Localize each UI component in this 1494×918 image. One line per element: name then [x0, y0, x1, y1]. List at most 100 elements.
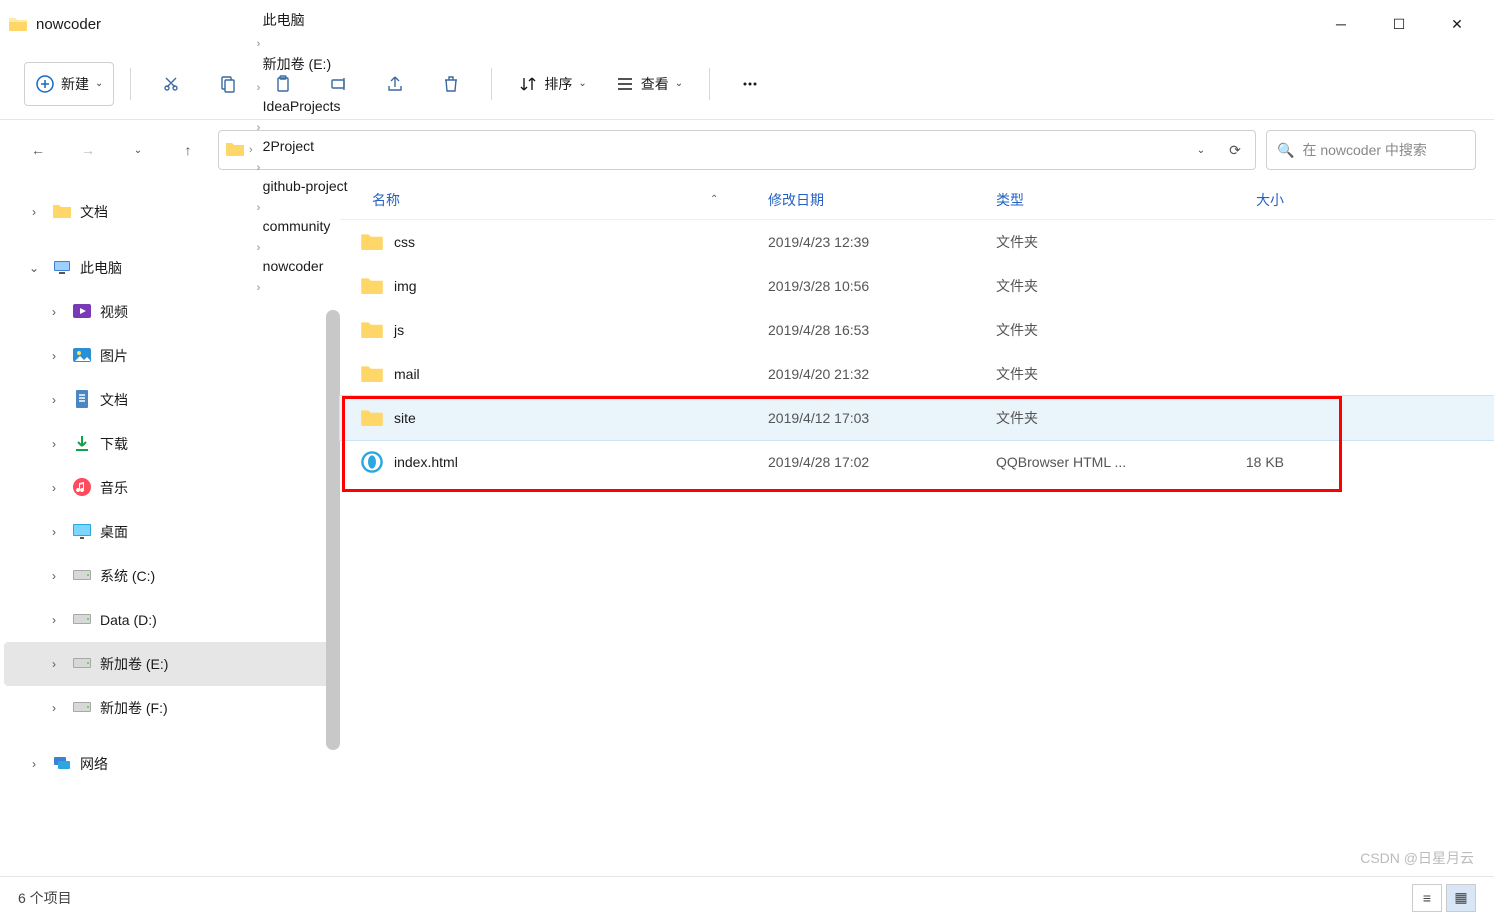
watermark: CSDN @日星月云 [1360, 848, 1474, 868]
sidebar-item[interactable]: ⌄ 此电脑 [4, 246, 336, 290]
window-controls: ─ ☐ ✕ [1312, 4, 1486, 44]
file-name: css [384, 234, 768, 250]
file-row[interactable]: site 2019/4/12 17:03 文件夹 [340, 396, 1494, 440]
chevron-right-icon: › [257, 162, 261, 174]
sidebar-scrollbar[interactable] [326, 310, 340, 750]
recent-button[interactable]: ⌄ [118, 130, 158, 170]
history-button[interactable]: ⌄ [1187, 130, 1215, 170]
file-row[interactable]: img 2019/3/28 10:56 文件夹 [340, 264, 1494, 308]
expand-icon[interactable]: › [44, 525, 64, 539]
file-type: QQBrowser HTML ... [996, 454, 1184, 470]
column-headers[interactable]: 名称⌃ 修改日期 类型 大小 [340, 180, 1494, 220]
expand-icon[interactable]: › [44, 569, 64, 583]
file-size: 18 KB [1184, 454, 1304, 470]
cut-button[interactable] [147, 62, 195, 106]
sidebar-item[interactable]: ›新加卷 (F:) [4, 686, 336, 730]
folder-icon [225, 141, 245, 160]
window-title: nowcoder [36, 16, 1312, 33]
breadcrumb-item[interactable]: 2Project [257, 134, 354, 158]
expand-icon[interactable]: › [24, 205, 44, 219]
sidebar-item-label: 此电脑 [80, 258, 122, 278]
desktop-icon [72, 521, 92, 544]
file-name: img [384, 278, 768, 294]
more-button[interactable] [726, 62, 774, 106]
sidebar-item-label: 文档 [80, 202, 108, 222]
expand-icon[interactable]: › [44, 349, 64, 363]
folder-icon [360, 408, 384, 427]
file-list[interactable]: css 2019/4/23 12:39 文件夹 img 2019/3/28 10… [340, 220, 1494, 876]
chevron-down-icon: ⌄ [578, 78, 586, 89]
expand-icon[interactable]: › [44, 437, 64, 451]
sidebar-item[interactable]: ›桌面 [4, 510, 336, 554]
expand-icon[interactable]: › [44, 393, 64, 407]
details-view-button[interactable]: ≡ [1412, 884, 1442, 912]
file-row[interactable]: mail 2019/4/20 21:32 文件夹 [340, 352, 1494, 396]
trash-icon [441, 74, 461, 94]
file-row[interactable]: index.html 2019/4/28 17:02 QQBrowser HTM… [340, 440, 1494, 484]
search-input[interactable]: 🔍 在 nowcoder 中搜索 [1266, 130, 1476, 170]
col-size[interactable]: 大小 [1184, 190, 1304, 210]
delete-button[interactable] [427, 62, 475, 106]
minimize-button[interactable]: ─ [1312, 4, 1370, 44]
chevron-right-icon: › [257, 122, 261, 134]
file-row[interactable]: css 2019/4/23 12:39 文件夹 [340, 220, 1494, 264]
drive-icon [72, 565, 92, 588]
ellipsis-icon [740, 74, 760, 94]
share-button[interactable] [371, 62, 419, 106]
col-type[interactable]: 类型 [996, 190, 1184, 210]
expand-icon[interactable]: ⌄ [24, 261, 44, 275]
sidebar-item-label: Data (D:) [100, 612, 157, 628]
sort-label: 排序 [544, 74, 572, 94]
expand-icon[interactable]: › [44, 481, 64, 495]
view-label: 查看 [641, 74, 669, 94]
drive-icon [72, 697, 92, 720]
col-name[interactable]: 名称 [372, 190, 400, 210]
forward-button[interactable]: → [68, 130, 108, 170]
view-button[interactable]: 查看 ⌄ [605, 62, 693, 106]
separator [709, 68, 710, 100]
search-icon: 🔍 [1277, 142, 1294, 159]
image-icon [72, 345, 92, 368]
folder-icon [360, 232, 384, 251]
up-button[interactable]: ↑ [168, 130, 208, 170]
breadcrumb-item[interactable]: 新加卷 (E:) [257, 50, 354, 78]
sidebar-item[interactable]: ›图片 [4, 334, 336, 378]
drive-icon [72, 609, 92, 632]
sidebar-item[interactable]: ›视频 [4, 290, 336, 334]
sidebar-item[interactable]: › Data (D:) [4, 598, 336, 642]
new-button[interactable]: 新建 ⌄ [24, 62, 114, 106]
sidebar-item[interactable]: › 音乐 [4, 466, 336, 510]
sidebar-item[interactable]: ›网络 [4, 742, 336, 786]
expand-icon[interactable]: › [44, 613, 64, 627]
sidebar-item-label: 文档 [100, 390, 128, 410]
expand-icon[interactable]: › [44, 305, 64, 319]
sidebar-item[interactable]: ›系统 (C:) [4, 554, 336, 598]
sidebar-item-label: 音乐 [100, 478, 128, 498]
address-bar[interactable]: › 此电脑›新加卷 (E:)›IdeaProjects›2Project›git… [218, 130, 1256, 170]
file-row[interactable]: js 2019/4/28 16:53 文件夹 [340, 308, 1494, 352]
sidebar-item[interactable]: ›新加卷 (E:) [4, 642, 336, 686]
breadcrumb-item[interactable]: 此电脑 [257, 6, 354, 34]
breadcrumb-item[interactable]: IdeaProjects [257, 94, 354, 118]
sidebar-item[interactable]: › 文档 [4, 190, 336, 234]
close-button[interactable]: ✕ [1428, 4, 1486, 44]
view-icon [615, 74, 635, 94]
sidebar-item[interactable]: ›下载 [4, 422, 336, 466]
back-button[interactable]: ← [18, 130, 58, 170]
icons-view-button[interactable]: ▦ [1446, 884, 1476, 912]
maximize-button[interactable]: ☐ [1370, 4, 1428, 44]
refresh-button[interactable]: ⟳ [1221, 130, 1249, 170]
drive-icon [72, 653, 92, 676]
folder-icon [360, 364, 384, 383]
sort-button[interactable]: 排序 ⌄ [508, 62, 596, 106]
expand-icon[interactable]: › [44, 657, 64, 671]
navigation-pane[interactable]: ›文档⌄此电脑›视频›图片›文档›下载›音乐›桌面›系统 (C:)›Data (… [0, 180, 340, 876]
new-label: 新建 [61, 74, 89, 94]
copy-button[interactable] [203, 62, 251, 106]
file-type: 文件夹 [996, 276, 1184, 296]
search-placeholder: 在 nowcoder 中搜索 [1302, 140, 1426, 160]
sidebar-item[interactable]: › 文档 [4, 378, 336, 422]
col-date[interactable]: 修改日期 [768, 190, 996, 210]
expand-icon[interactable]: › [44, 701, 64, 715]
expand-icon[interactable]: › [24, 757, 44, 771]
